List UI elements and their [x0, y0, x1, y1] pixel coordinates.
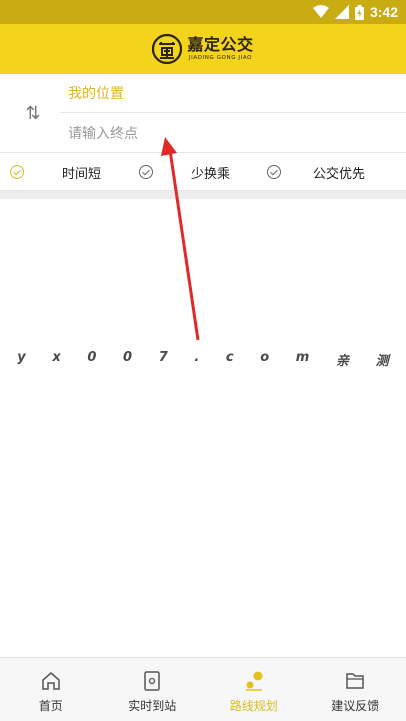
watermark-char: x: [52, 350, 61, 365]
fewest-transfers-check-icon[interactable]: [139, 165, 153, 179]
watermark-char: 亲: [335, 354, 349, 369]
start-location-field[interactable]: 我的位置: [60, 74, 406, 113]
shortest-time-check-icon[interactable]: [10, 165, 24, 179]
status-icons: 3:42: [312, 2, 398, 22]
bus-priority-check-icon[interactable]: [267, 165, 281, 179]
watermark-char: 0: [87, 350, 97, 365]
wifi-icon: [312, 5, 329, 18]
watermark-char: 测: [375, 354, 389, 369]
battery-icon: [354, 4, 364, 20]
section-divider: [0, 191, 406, 199]
status-time: 3:42: [369, 4, 398, 20]
app-header: 嘉定公交 JIADING GONG JIAO: [0, 24, 406, 74]
swap-icon: ⇅: [25, 102, 41, 124]
option-shortest-time[interactable]: 时间短: [62, 163, 101, 182]
swap-direction-button[interactable]: ⇅: [22, 102, 44, 124]
nav-realtime[interactable]: 实时到站: [102, 658, 204, 721]
app-logo: 嘉定公交 JIADING GONG JIAO: [152, 34, 253, 64]
watermark-char: c: [225, 350, 234, 365]
jiading-seal-icon: [152, 34, 183, 64]
option-bus-priority[interactable]: 公交优先: [313, 163, 365, 182]
nav-home[interactable]: 首页: [0, 658, 102, 721]
watermark-char: y: [17, 350, 26, 365]
nav-route-plan[interactable]: 路线规划: [203, 658, 305, 721]
route-preference-options: 时间短 少换乘 公交优先: [0, 153, 406, 191]
route-plan-icon: [245, 671, 263, 691]
feedback-icon: [346, 673, 364, 689]
realtime-icon: [144, 671, 160, 691]
status-bar: 3:42: [0, 0, 406, 24]
watermark-char: m: [295, 350, 310, 365]
bottom-navigation: 首页 实时到站 路线规划 建议反馈: [0, 657, 406, 721]
logo-title: 嘉定公交: [187, 35, 254, 54]
logo-subtitle: JIADING GONG JIAO: [188, 55, 253, 61]
nav-feedback[interactable]: 建议反馈: [305, 658, 406, 721]
nav-realtime-label: 实时到站: [128, 699, 177, 713]
route-input-panel: ⇅ 我的位置 请输入终点: [0, 74, 406, 153]
signal-icon: [334, 5, 349, 19]
watermark-char: .: [194, 350, 200, 365]
destination-placeholder: 请输入终点: [68, 126, 138, 142]
nav-home-label: 首页: [38, 699, 63, 713]
nav-route-plan-label: 路线规划: [229, 699, 278, 713]
destination-input[interactable]: 请输入终点: [60, 114, 406, 152]
watermark: y x 0 0 7 . c o m 亲 测: [0, 350, 406, 370]
nav-feedback-label: 建议反馈: [331, 699, 380, 713]
watermark-char: 0: [123, 350, 133, 365]
home-icon: [42, 672, 60, 690]
watermark-char: o: [260, 350, 270, 365]
start-location-value: 我的位置: [68, 86, 124, 102]
option-fewest-transfers[interactable]: 少换乘: [191, 163, 230, 182]
logo-text: 嘉定公交 JIADING GONG JIAO: [187, 36, 253, 62]
watermark-char: 7: [158, 350, 168, 365]
